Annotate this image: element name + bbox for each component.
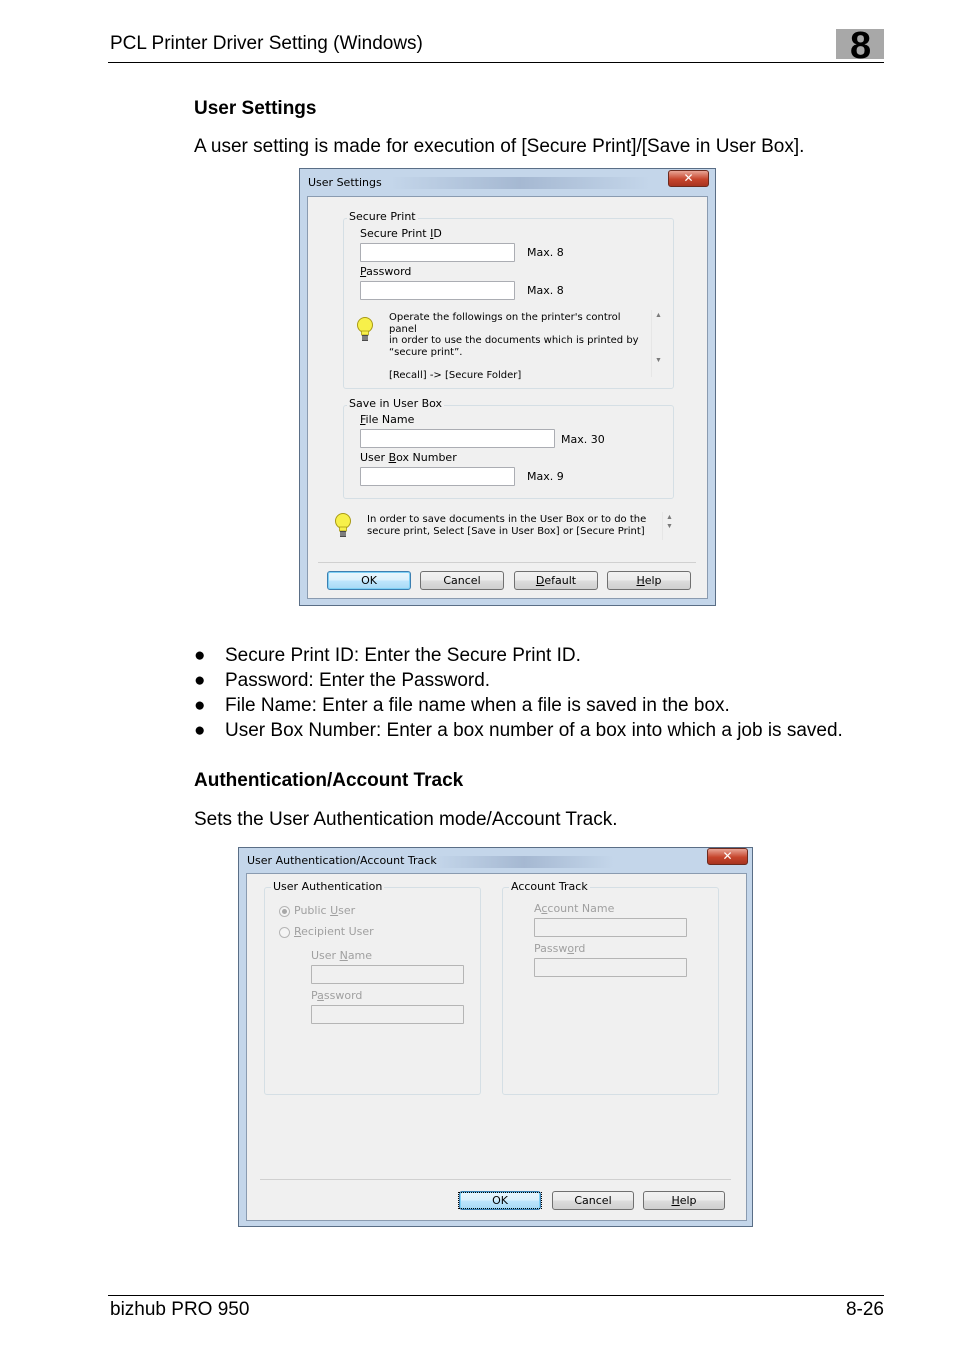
password-input[interactable] bbox=[360, 281, 515, 300]
secure-print-id-input[interactable] bbox=[360, 243, 515, 262]
footer-product: bizhub PRO 950 bbox=[110, 1299, 250, 1320]
recipient-user-radio[interactable] bbox=[279, 927, 290, 938]
password-max: Max. 8 bbox=[527, 284, 564, 297]
save-in-user-box-group-label: Save in User Box bbox=[347, 397, 445, 410]
lightbulb-icon bbox=[357, 317, 373, 341]
secure-print-tip-text: Operate the followings on the printer's … bbox=[389, 312, 639, 381]
user-authentication-dialog: User Authentication/Account Track ✕ User… bbox=[238, 847, 753, 1227]
user-settings-dialog: User Settings ✕ Secure Print Secure Prin… bbox=[299, 168, 716, 606]
account-track-group-label: Account Track bbox=[509, 880, 590, 893]
scroll-down-arrow-icon[interactable]: ▼ bbox=[652, 357, 665, 364]
recipient-user-label: Recipient User bbox=[294, 925, 374, 938]
secure-print-id-label: Secure Print ID bbox=[360, 227, 442, 240]
ok-button[interactable]: OK bbox=[327, 571, 411, 590]
bullet-item: ● File Name: Enter a file name when a fil… bbox=[194, 695, 730, 716]
bottom-tip-scrollbar[interactable]: ▲ ▼ bbox=[662, 512, 676, 540]
user-authentication-group bbox=[264, 887, 481, 1095]
account-password-label: Password bbox=[534, 942, 586, 955]
footer-page-number: 8-26 bbox=[845, 1299, 884, 1320]
section-intro-authentication: Sets the User Authentication mode/Accoun… bbox=[194, 809, 618, 830]
account-password-input[interactable] bbox=[534, 958, 687, 977]
lightbulb-icon bbox=[335, 513, 351, 537]
header-rule bbox=[108, 62, 884, 63]
bullet-item: ● User Box Number: Enter a box number of … bbox=[194, 720, 843, 741]
section-intro-user-settings: A user setting is made for execution of … bbox=[194, 136, 805, 157]
help-button[interactable]: Help bbox=[643, 1191, 725, 1210]
dialog-client-area: Secure Print Secure Print ID Max. 8 Pass… bbox=[307, 196, 708, 599]
user-name-input[interactable] bbox=[311, 965, 464, 984]
chapter-number: 8 bbox=[850, 25, 872, 67]
dialog-title: User Authentication/Account Track bbox=[247, 854, 437, 867]
user-authentication-group-label: User Authentication bbox=[271, 880, 385, 893]
user-box-number-label: User Box Number bbox=[360, 451, 457, 464]
user-password-label: Password bbox=[311, 989, 363, 1002]
user-password-input[interactable] bbox=[311, 1005, 464, 1024]
tip-scrollbar[interactable]: ▲ ▼ bbox=[651, 310, 665, 377]
close-button[interactable]: ✕ bbox=[707, 848, 748, 865]
ok-button[interactable]: OK bbox=[458, 1191, 542, 1210]
user-box-number-input[interactable] bbox=[360, 467, 515, 486]
account-name-label: Account Name bbox=[534, 902, 615, 915]
close-icon: ✕ bbox=[722, 849, 733, 863]
public-user-label: Public User bbox=[294, 904, 356, 917]
bottom-tip-text: In order to save documents in the User B… bbox=[367, 514, 647, 537]
close-icon: ✕ bbox=[683, 171, 694, 185]
help-button-label: Help bbox=[671, 1194, 697, 1207]
password-label: Password bbox=[360, 265, 412, 278]
default-button-label: Default bbox=[535, 574, 577, 587]
footer-rule bbox=[108, 1295, 884, 1296]
dialog-client-area: User Authentication Public User Recipien… bbox=[246, 873, 747, 1221]
help-button-label: Help bbox=[636, 574, 662, 587]
file-name-label: File Name bbox=[360, 413, 415, 426]
title-bar-background bbox=[434, 856, 614, 868]
scroll-up-arrow-icon[interactable]: ▲ bbox=[663, 514, 676, 521]
bullet-item: ● Password: Enter the Password. bbox=[194, 670, 491, 691]
secure-print-group-label: Secure Print bbox=[347, 210, 418, 223]
file-name-max: Max. 30 bbox=[561, 433, 605, 446]
public-user-radio[interactable] bbox=[279, 906, 290, 917]
button-separator bbox=[260, 1179, 731, 1180]
scroll-down-arrow-icon[interactable]: ▼ bbox=[663, 523, 676, 530]
close-button[interactable]: ✕ bbox=[668, 170, 709, 187]
section-heading-user-settings: User Settings bbox=[194, 98, 317, 119]
title-bar-background bbox=[390, 177, 650, 189]
file-name-input[interactable] bbox=[360, 429, 555, 448]
bullet-item: ● Secure Print ID: Enter the Secure Print… bbox=[194, 645, 581, 666]
cancel-button[interactable]: Cancel bbox=[552, 1191, 634, 1210]
section-heading-authentication: Authentication/Account Track bbox=[194, 770, 464, 791]
default-button[interactable]: Default bbox=[514, 571, 598, 590]
user-box-number-max: Max. 9 bbox=[527, 470, 564, 483]
account-name-input[interactable] bbox=[534, 918, 687, 937]
help-button[interactable]: Help bbox=[607, 571, 691, 590]
button-separator bbox=[318, 562, 696, 563]
dialog-title: User Settings bbox=[308, 176, 382, 189]
scroll-up-arrow-icon[interactable]: ▲ bbox=[652, 312, 665, 319]
user-name-label: User Name bbox=[311, 949, 373, 962]
secure-print-id-max: Max. 8 bbox=[527, 246, 564, 259]
running-header-title: PCL Printer Driver Setting (Windows) bbox=[110, 33, 423, 54]
cancel-button[interactable]: Cancel bbox=[420, 571, 504, 590]
